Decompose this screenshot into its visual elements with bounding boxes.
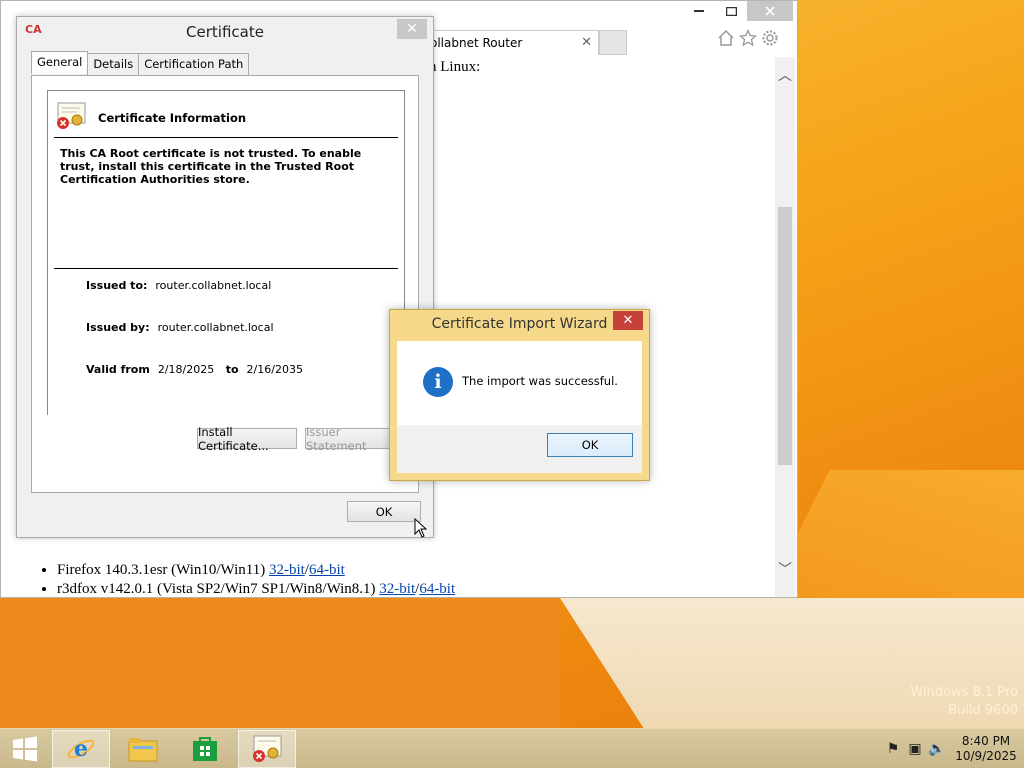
favorites-star-icon[interactable] bbox=[739, 29, 757, 47]
svg-text:e: e bbox=[74, 736, 88, 762]
certificate-titlebar: CA Certificate ✕ bbox=[17, 17, 433, 47]
wizard-footer: OK bbox=[397, 425, 642, 473]
home-icon[interactable] bbox=[717, 29, 735, 47]
wallpaper-shape bbox=[0, 598, 560, 728]
taskbar-internet-explorer[interactable]: e bbox=[52, 730, 110, 768]
windows-logo-icon bbox=[13, 736, 37, 762]
window-controls bbox=[683, 1, 793, 21]
scroll-down-icon[interactable]: ﹀ bbox=[778, 559, 792, 579]
windows-watermark: Windows 8.1 Pro Build 9600 bbox=[910, 684, 1018, 720]
issued-to-label: Issued to: bbox=[86, 279, 148, 292]
close-icon bbox=[765, 6, 775, 16]
download-link-32bit[interactable]: 32-bit bbox=[269, 562, 305, 578]
network-icon[interactable]: ▣ bbox=[904, 741, 926, 757]
system-tray: ⚑ ▣ 🔈 8:40 PM 10/9/2025 bbox=[882, 729, 1024, 769]
internet-explorer-icon: e bbox=[67, 736, 95, 762]
system-clock[interactable]: 8:40 PM 10/9/2025 bbox=[948, 734, 1024, 764]
certificate-dialog: CA Certificate ✕ General Details Certifi… bbox=[16, 16, 434, 538]
certificate-title: Certificate bbox=[186, 23, 264, 41]
browser-nav-icons bbox=[717, 29, 779, 47]
certificate-icon bbox=[253, 735, 282, 762]
import-wizard-dialog: Certificate Import Wizard ✕ i The import… bbox=[389, 309, 650, 481]
certificate-info-title: Certificate Information bbox=[98, 111, 247, 125]
store-icon bbox=[193, 737, 217, 761]
download-list: Firefox 140.3.1esr (Win10/Win11) 32-bit/… bbox=[41, 561, 455, 599]
certificate-trust-message: This CA Root certificate is not trusted.… bbox=[60, 147, 362, 186]
scroll-up-icon[interactable]: ︿ bbox=[778, 65, 792, 85]
information-icon: i bbox=[423, 367, 453, 397]
valid-to-label: to bbox=[225, 363, 239, 376]
validity-field: Valid from 2/18/2025 to 2/16/2035 bbox=[86, 363, 303, 376]
download-link-64bit[interactable]: 64-bit bbox=[419, 581, 455, 597]
wizard-close-button[interactable]: ✕ bbox=[613, 311, 643, 330]
issued-to-value: router.collabnet.local bbox=[155, 279, 272, 292]
download-link-64bit[interactable]: 64-bit bbox=[309, 562, 345, 578]
maximize-icon bbox=[725, 6, 737, 16]
issued-by-value: router.collabnet.local bbox=[157, 321, 274, 334]
general-tab-panel: Certificate Information This CA Root cer… bbox=[31, 75, 419, 493]
action-center-flag-icon[interactable]: ⚑ bbox=[882, 741, 904, 757]
issued-by-field: Issued by: router.collabnet.local bbox=[86, 321, 274, 334]
content-heading: n Linux: bbox=[429, 59, 481, 75]
issued-to-field: Issued to: router.collabnet.local bbox=[86, 279, 271, 292]
mouse-cursor-icon bbox=[414, 518, 428, 538]
certificate-ok-button[interactable]: OK bbox=[347, 501, 421, 522]
valid-from-value: 2/18/2025 bbox=[157, 363, 215, 376]
clock-time: 8:40 PM bbox=[961, 734, 1011, 748]
tab-title: ollabnet Router bbox=[430, 36, 523, 50]
wizard-message: The import was successful. bbox=[462, 374, 618, 388]
certificate-close-button[interactable]: ✕ bbox=[397, 19, 427, 39]
vertical-scrollbar[interactable]: ︿ ﹀ bbox=[775, 57, 795, 597]
watermark-edition: Windows 8.1 Pro bbox=[910, 685, 1018, 700]
valid-to-value: 2/16/2035 bbox=[246, 363, 303, 376]
browser-tab[interactable]: ollabnet Router ✕ bbox=[421, 30, 599, 55]
list-item: Firefox 140.3.1esr (Win10/Win11) 32-bit/… bbox=[57, 561, 455, 580]
divider bbox=[54, 137, 398, 138]
wizard-title: Certificate Import Wizard bbox=[431, 316, 608, 332]
list-item-text: Firefox 140.3.1esr (Win10/Win11) bbox=[57, 562, 269, 578]
volume-muted-icon[interactable]: 🔈 bbox=[926, 741, 948, 757]
wizard-body: i The import was successful. OK bbox=[397, 341, 642, 473]
start-button[interactable] bbox=[0, 730, 50, 768]
close-window-button[interactable] bbox=[747, 1, 793, 21]
taskbar-file-explorer[interactable] bbox=[114, 730, 172, 768]
certificate-info-box: Certificate Information This CA Root cer… bbox=[47, 90, 405, 415]
maximize-button[interactable] bbox=[715, 1, 747, 21]
scroll-thumb[interactable] bbox=[778, 207, 792, 465]
download-link-32bit[interactable]: 32-bit bbox=[379, 581, 415, 597]
issued-by-label: Issued by: bbox=[86, 321, 150, 334]
taskbar: e ⚑ ▣ 🔈 8:40 PM 10/9/2025 bbox=[0, 728, 1024, 768]
taskbar-certificate[interactable] bbox=[238, 730, 296, 768]
clock-date: 10/9/2025 bbox=[955, 749, 1017, 763]
install-certificate-button[interactable]: Install Certificate... bbox=[197, 425, 297, 453]
divider bbox=[54, 268, 398, 269]
certificate-tabs: General Details Certification Path bbox=[31, 51, 250, 76]
taskbar-store[interactable] bbox=[176, 730, 234, 768]
valid-from-label: Valid from bbox=[86, 363, 150, 376]
minimize-button[interactable] bbox=[683, 1, 715, 21]
minimize-icon bbox=[694, 10, 704, 12]
untrusted-certificate-icon bbox=[57, 102, 86, 129]
list-item: r3dfox v142.0.1 (Vista SP2/Win7 SP1/Win8… bbox=[57, 580, 455, 599]
folder-icon bbox=[128, 738, 158, 762]
settings-gear-icon[interactable] bbox=[761, 29, 779, 47]
watermark-build: Build 9600 bbox=[948, 703, 1018, 718]
new-tab-button[interactable] bbox=[599, 30, 627, 55]
wizard-ok-button[interactable]: OK bbox=[547, 433, 633, 457]
tab-close-icon[interactable]: ✕ bbox=[581, 35, 592, 50]
list-item-text: r3dfox v142.0.1 (Vista SP2/Win7 SP1/Win8… bbox=[57, 581, 380, 597]
tab-general[interactable]: General bbox=[31, 51, 89, 74]
tab-details[interactable]: Details bbox=[87, 53, 140, 76]
tab-certification-path[interactable]: Certification Path bbox=[138, 53, 250, 76]
